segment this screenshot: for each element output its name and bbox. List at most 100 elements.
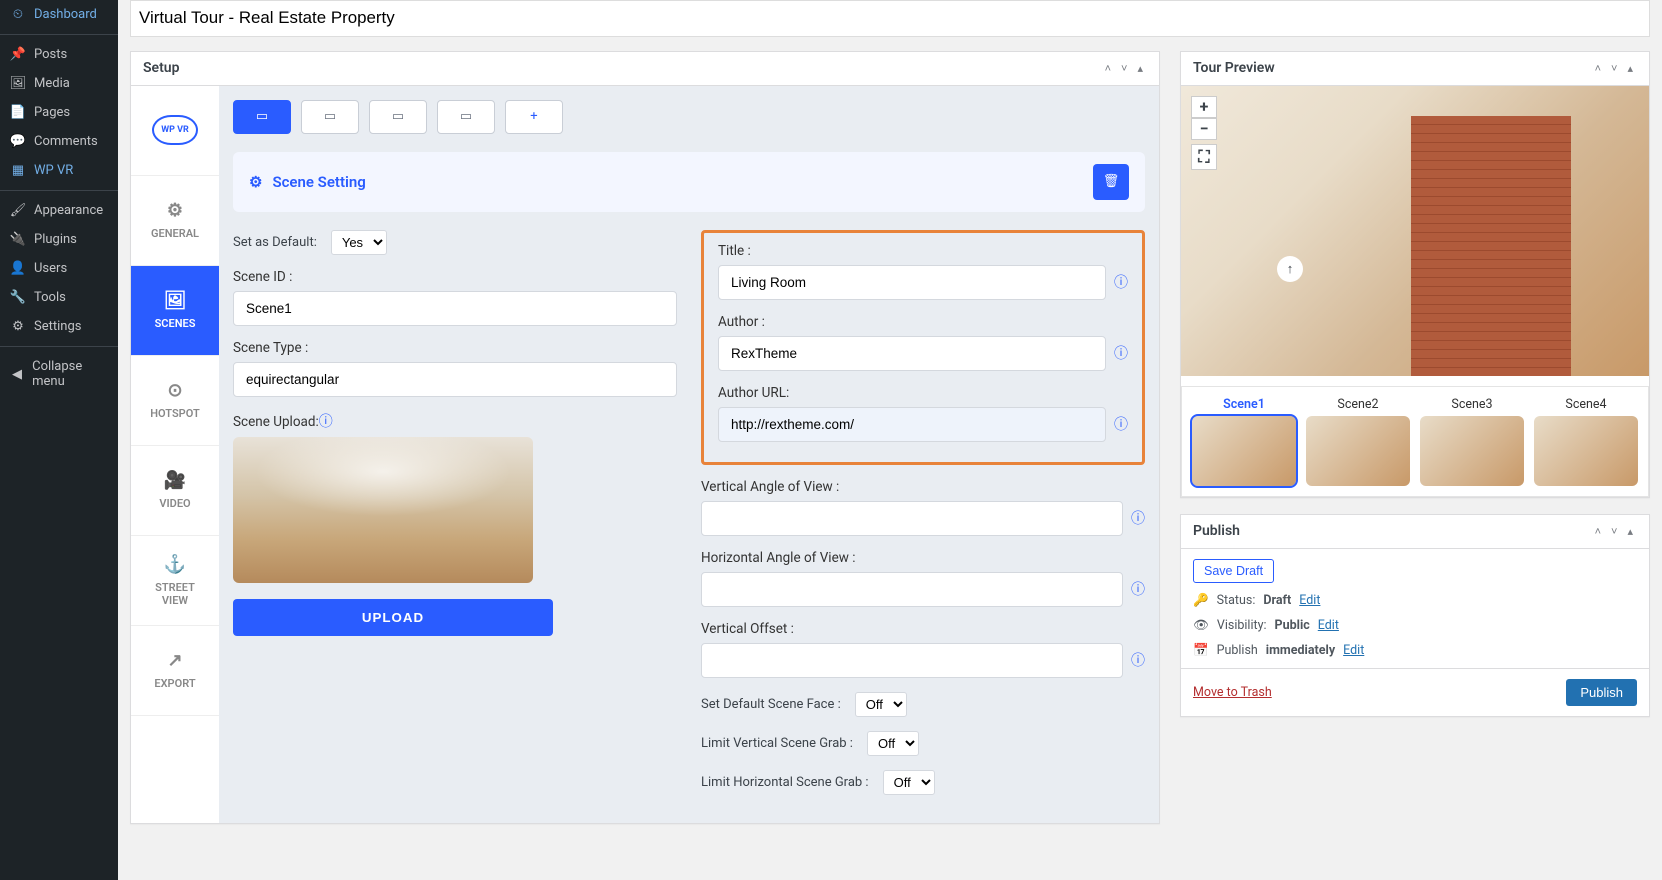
info-icon[interactable]: ⓘ — [319, 414, 333, 430]
tour-preview-title: Tour Preview — [1193, 60, 1275, 76]
info-icon[interactable]: ⓘ — [1114, 272, 1128, 292]
scene-thumb-3[interactable] — [1420, 416, 1524, 486]
anchor-icon: ⚓ — [164, 554, 186, 575]
pin-icon: 📌 — [8, 47, 28, 62]
gear-icon: ⚙ — [249, 173, 262, 191]
author-url-input[interactable] — [718, 407, 1106, 442]
tab-video[interactable]: 🎥VIDEO — [131, 446, 219, 536]
panel-down-icon[interactable]: ˅ — [1607, 523, 1621, 540]
scene-tab-2[interactable]: ▭ — [301, 100, 359, 134]
sidebar-item-pages[interactable]: 📄Pages — [0, 98, 118, 127]
move-to-trash-link[interactable]: Move to Trash — [1193, 685, 1272, 700]
sidebar-item-tools[interactable]: 🔧Tools — [0, 283, 118, 312]
scene-setting-title: Scene Setting — [272, 173, 365, 191]
tab-scenes[interactable]: 🖼SCENES — [131, 266, 219, 356]
tab-street-view[interactable]: ⚓STREET VIEW — [131, 536, 219, 626]
info-icon[interactable]: ⓘ — [1131, 650, 1145, 670]
voffset-label: Vertical Offset : — [701, 621, 1145, 637]
scene-type-input[interactable] — [233, 362, 677, 397]
author-label: Author : — [718, 314, 1128, 330]
publish-button[interactable]: Publish — [1566, 679, 1637, 706]
scene-thumb-1[interactable] — [1192, 416, 1296, 486]
panel-up-icon[interactable]: ˄ — [1591, 523, 1605, 540]
sidebar-item-appearance[interactable]: 🖌Appearance — [0, 196, 118, 225]
panel-toggle-icon[interactable]: ▴ — [1623, 60, 1637, 77]
brick-wall-visual — [1411, 116, 1571, 376]
sidebar-item-posts[interactable]: 📌Posts — [0, 40, 118, 69]
zoom-out-button[interactable]: − — [1191, 118, 1217, 140]
scene-thumb-4[interactable] — [1534, 416, 1638, 486]
wp-admin-sidebar: ⏲Dashboard 📌Posts 🖼Media 📄Pages 💬Comment… — [0, 0, 118, 880]
edit-visibility-link[interactable]: Edit — [1318, 618, 1339, 633]
collapse-icon: ◀ — [8, 367, 26, 382]
scene-id-input[interactable] — [233, 291, 677, 326]
thumb-label-2: Scene2 — [1306, 397, 1410, 412]
sidebar-item-settings[interactable]: ⚙Settings — [0, 312, 118, 341]
publish-panel: Publish ˄˅▴ Save Draft 🔑Status: Draft Ed… — [1180, 514, 1650, 717]
image-icon: ▭ — [460, 109, 472, 124]
author-input[interactable] — [718, 336, 1106, 371]
wrench-icon: 🔧 — [8, 290, 28, 305]
sidebar-item-dashboard[interactable]: ⏲Dashboard — [0, 0, 118, 29]
delete-scene-button[interactable]: 🗑 — [1093, 164, 1129, 200]
scene-upload-preview[interactable] — [233, 437, 533, 583]
tab-general[interactable]: ⚙GENERAL — [131, 176, 219, 266]
setup-panel: Setup ˄ ˅ ▴ WP VR ⚙GENERAL 🖼SCENES ⊙HOTS… — [130, 51, 1160, 824]
sidebar-item-wpvr[interactable]: ▦WP VR — [0, 156, 118, 185]
panel-up-icon[interactable]: ˄ — [1101, 60, 1115, 77]
scene-id-label: Scene ID : — [233, 269, 677, 285]
voffset-input[interactable] — [701, 643, 1123, 678]
hotspot-marker[interactable]: ↑ — [1277, 256, 1303, 282]
hangle-input[interactable] — [701, 572, 1123, 607]
panel-down-icon[interactable]: ˅ — [1117, 60, 1131, 77]
save-draft-button[interactable]: Save Draft — [1193, 559, 1274, 583]
image-icon: 🖼 — [164, 290, 187, 311]
info-icon[interactable]: ⓘ — [1114, 414, 1128, 434]
zoom-in-button[interactable]: + — [1191, 96, 1217, 118]
vangle-input[interactable] — [701, 501, 1123, 536]
limit-v-select[interactable]: Off — [867, 731, 919, 756]
title-input[interactable] — [718, 265, 1106, 300]
scene-tab-add[interactable]: + — [505, 100, 563, 134]
trash-icon: 🗑 — [1103, 174, 1120, 189]
eye-icon: 👁 — [1193, 618, 1209, 633]
panel-toggle-icon[interactable]: ▴ — [1133, 60, 1147, 77]
tab-hotspot[interactable]: ⊙HOTSPOT — [131, 356, 219, 446]
set-default-select[interactable]: Yes — [331, 230, 387, 255]
info-icon[interactable]: ⓘ — [1114, 343, 1128, 363]
sidebar-item-users[interactable]: 👤Users — [0, 254, 118, 283]
video-icon: 🎥 — [164, 470, 186, 491]
fullscreen-button[interactable]: ⛶ — [1191, 144, 1217, 170]
vangle-label: Vertical Angle of View : — [701, 479, 1145, 495]
sidebar-item-comments[interactable]: 💬Comments — [0, 127, 118, 156]
info-icon[interactable]: ⓘ — [1131, 508, 1145, 528]
tab-export[interactable]: ↗EXPORT — [131, 626, 219, 716]
edit-status-link[interactable]: Edit — [1299, 593, 1320, 608]
edit-publish-time-link[interactable]: Edit — [1343, 643, 1364, 658]
post-title-input[interactable] — [130, 0, 1650, 37]
limit-h-select[interactable]: Off — [883, 770, 935, 795]
set-default-label: Set as Default: — [233, 235, 317, 250]
upload-button[interactable]: UPLOAD — [233, 599, 553, 636]
panel-down-icon[interactable]: ˅ — [1607, 60, 1621, 77]
panorama-viewer[interactable]: + − ⛶ ↑ — [1181, 86, 1649, 376]
page-icon: 📄 — [8, 105, 28, 120]
scene-thumb-2[interactable] — [1306, 416, 1410, 486]
author-url-label: Author URL: — [718, 385, 1128, 401]
thumb-label-4: Scene4 — [1534, 397, 1638, 412]
user-icon: 👤 — [8, 261, 28, 276]
scene-tab-4[interactable]: ▭ — [437, 100, 495, 134]
scene-tab-3[interactable]: ▭ — [369, 100, 427, 134]
sidebar-collapse[interactable]: ◀Collapse menu — [0, 352, 118, 396]
gear-icon: ⚙ — [167, 200, 183, 221]
sidebar-item-media[interactable]: 🖼Media — [0, 69, 118, 98]
dashboard-icon: ⏲ — [8, 7, 28, 22]
panel-up-icon[interactable]: ˄ — [1591, 60, 1605, 77]
info-icon[interactable]: ⓘ — [1131, 579, 1145, 599]
default-face-select[interactable]: Off — [855, 692, 907, 717]
panel-toggle-icon[interactable]: ▴ — [1623, 523, 1637, 540]
sidebar-item-plugins[interactable]: 🔌Plugins — [0, 225, 118, 254]
image-icon: ▭ — [256, 109, 268, 124]
scene-tab-1[interactable]: ▭ — [233, 100, 291, 134]
key-icon: 🔑 — [1193, 593, 1209, 608]
